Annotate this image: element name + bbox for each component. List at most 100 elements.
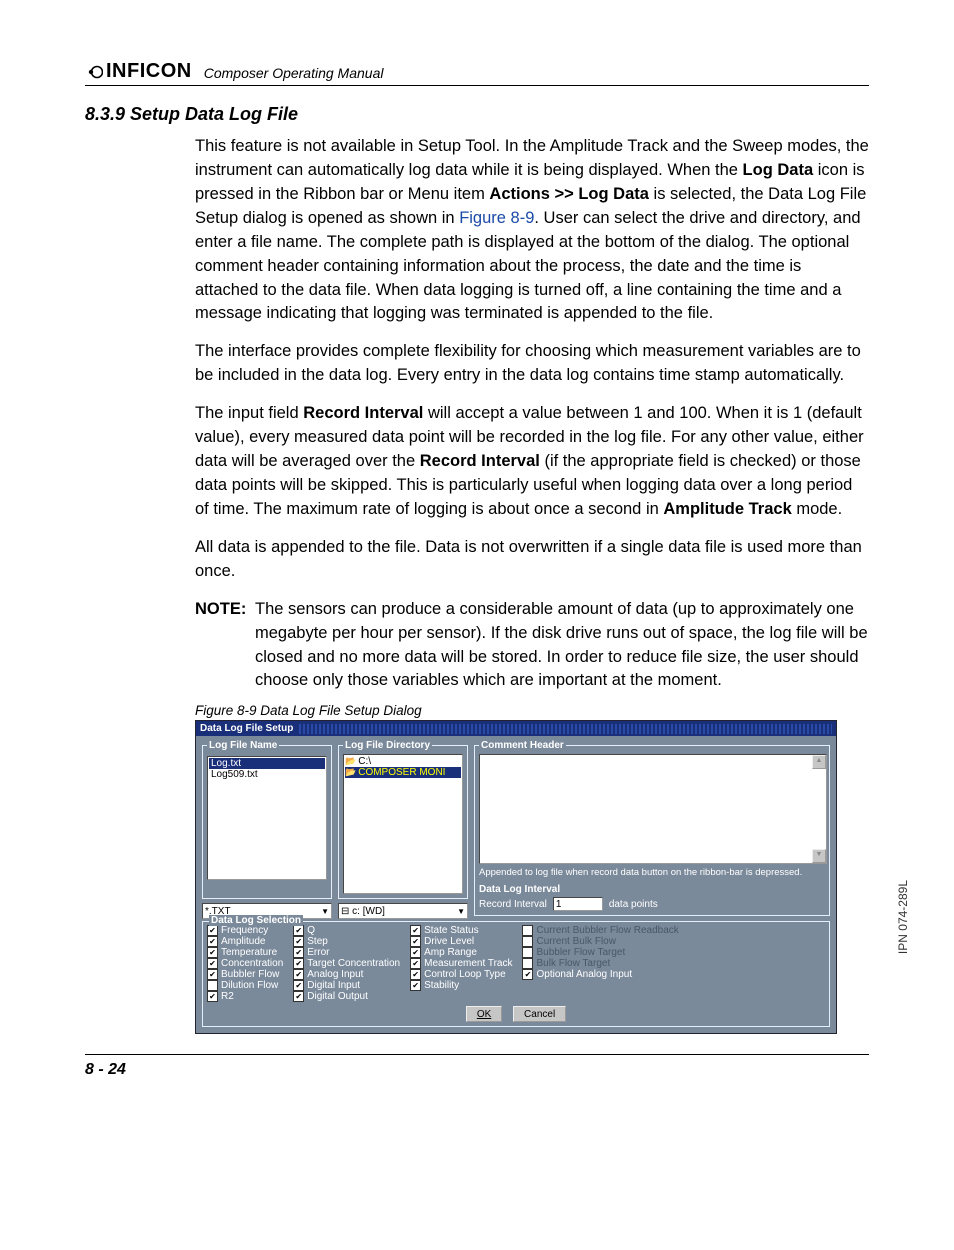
checkbox-optional-analog-input[interactable]: ✔Optional Analog Input (522, 969, 825, 980)
checkbox-amp-range[interactable]: ✔Amp Range (410, 947, 512, 958)
checkbox-label: Amplitude (221, 936, 265, 947)
checkbox-label: Dilution Flow (221, 980, 278, 991)
checkbox-temperature[interactable]: ✔Temperature (207, 947, 283, 958)
checkbox-icon: ✔ (293, 980, 304, 991)
comment-header-label: Comment Header (479, 740, 566, 751)
log-file-name-label: Log File Name (207, 740, 279, 751)
drive-dropdown[interactable]: ⊟ c: [WD]▼ (338, 903, 468, 919)
checkbox-icon: ✔ (207, 969, 218, 980)
checkbox-icon: ✔ (293, 958, 304, 969)
checks-col-1: ✔Frequency✔Amplitude✔Temperature✔Concent… (207, 925, 283, 1002)
checkbox-r2[interactable]: ✔R2 (207, 991, 283, 1002)
checkbox-icon: ✔ (410, 958, 421, 969)
checkbox-label: Step (307, 936, 328, 947)
checkbox-target-concentration[interactable]: ✔Target Concentration (293, 958, 400, 969)
record-interval-label: Record Interval (479, 899, 547, 910)
page-number: 8 - 24 (85, 1054, 869, 1079)
checkbox-bulk-flow-target[interactable]: Bulk Flow Target (522, 958, 825, 969)
checkbox-label: Target Concentration (307, 958, 400, 969)
checkbox-measurement-track[interactable]: ✔Measurement Track (410, 958, 512, 969)
para-3: The input field Record Interval will acc… (195, 402, 869, 522)
brand-logo: INFICON (85, 60, 192, 83)
brand-text: INFICON (106, 60, 192, 83)
directory-list[interactable]: C:\ COMPOSER MONI (343, 754, 463, 894)
checkbox-icon (522, 936, 533, 947)
dialog-title: Data Log File Setup (200, 723, 293, 734)
checkbox-digital-input[interactable]: ✔Digital Input (293, 980, 400, 991)
checkbox-icon: ✔ (207, 958, 218, 969)
checkbox-label: Error (307, 947, 329, 958)
checkbox-current-bulk-flow[interactable]: Current Bulk Flow (522, 936, 825, 947)
checks-col-4: Current Bubbler Flow ReadbackCurrent Bul… (522, 925, 825, 1002)
checkbox-label: Current Bubbler Flow Readback (536, 925, 678, 936)
checkbox-drive-level[interactable]: ✔Drive Level (410, 936, 512, 947)
checkbox-step[interactable]: ✔Step (293, 936, 400, 947)
note: NOTE: The sensors can produce a consider… (195, 598, 869, 694)
chevron-down-icon: ▼ (457, 907, 465, 916)
figure-link[interactable]: Figure 8-9 (459, 209, 534, 227)
cancel-button[interactable]: Cancel (513, 1006, 566, 1022)
scroll-up-button[interactable]: ▲ (812, 755, 826, 769)
logo-icon (85, 63, 103, 81)
note-label: NOTE: (195, 598, 255, 694)
group-log-file-name: Log File Name Log.txt Log509.txt (202, 740, 332, 899)
dialog-titlebar[interactable]: Data Log File Setup (196, 721, 836, 736)
checkbox-label: R2 (221, 991, 234, 1002)
file-item-selected[interactable]: Log.txt (209, 758, 325, 769)
checks-col-3: ✔State Status✔Drive Level✔Amp Range✔Meas… (410, 925, 512, 1002)
checkbox-label: Frequency (221, 925, 268, 936)
record-interval-input[interactable] (553, 897, 603, 911)
file-item[interactable]: Log509.txt (209, 769, 325, 780)
dir-item[interactable]: C:\ (345, 756, 461, 767)
checkbox-label: Digital Input (307, 980, 360, 991)
checkbox-label: Analog Input (307, 969, 363, 980)
checkbox-concentration[interactable]: ✔Concentration (207, 958, 283, 969)
checkbox-dilution-flow[interactable]: Dilution Flow (207, 980, 283, 991)
checkbox-label: Digital Output (307, 991, 368, 1002)
checkbox-icon: ✔ (293, 925, 304, 936)
log-file-dir-label: Log File Directory (343, 740, 432, 751)
checkbox-label: Bubbler Flow Target (536, 947, 625, 958)
checkbox-bubbler-flow-target[interactable]: Bubbler Flow Target (522, 947, 825, 958)
group-log-file-directory: Log File Directory C:\ COMPOSER MONI (338, 740, 468, 899)
chevron-down-icon: ▼ (321, 907, 329, 916)
group-comment-header: Comment Header ▲ ▼ Appended to log file … (474, 740, 830, 916)
checkbox-digital-output[interactable]: ✔Digital Output (293, 991, 400, 1002)
checkbox-amplitude[interactable]: ✔Amplitude (207, 936, 283, 947)
checkbox-bubbler-flow[interactable]: ✔Bubbler Flow (207, 969, 283, 980)
scroll-down-button[interactable]: ▼ (812, 849, 826, 863)
checkbox-analog-input[interactable]: ✔Analog Input (293, 969, 400, 980)
checkbox-icon: ✔ (410, 936, 421, 947)
data-log-selection-label: Data Log Selection (209, 915, 303, 926)
note-body: The sensors can produce a considerable a… (255, 598, 869, 694)
checkbox-icon (207, 980, 218, 991)
checkbox-label: Concentration (221, 958, 283, 969)
checkbox-icon: ✔ (293, 969, 304, 980)
checkbox-frequency[interactable]: ✔Frequency (207, 925, 283, 936)
checkbox-stability[interactable]: ✔Stability (410, 980, 512, 991)
checkbox-label: Bubbler Flow (221, 969, 279, 980)
checkbox-icon (522, 925, 533, 936)
dir-item-selected[interactable]: COMPOSER MONI (345, 767, 461, 778)
checkbox-current-bubbler-flow-readback[interactable]: Current Bubbler Flow Readback (522, 925, 825, 936)
checkbox-label: Measurement Track (424, 958, 512, 969)
checkbox-label: State Status (424, 925, 478, 936)
checkbox-error[interactable]: ✔Error (293, 947, 400, 958)
figure-caption: Figure 8-9 Data Log File Setup Dialog (195, 703, 869, 718)
checkbox-icon (522, 958, 533, 969)
comment-helper-text: Appended to log file when record data bu… (479, 867, 825, 878)
dialog-data-log-file-setup: Data Log File Setup Log File Name Log.tx… (195, 720, 837, 1034)
checkbox-icon: ✔ (410, 980, 421, 991)
file-list[interactable]: Log.txt Log509.txt (207, 756, 327, 880)
checkbox-state-status[interactable]: ✔State Status (410, 925, 512, 936)
para-4: All data is appended to the file. Data i… (195, 536, 869, 584)
checkbox-icon: ✔ (207, 925, 218, 936)
checkbox-q[interactable]: ✔Q (293, 925, 400, 936)
checkbox-control-loop-type[interactable]: ✔Control Loop Type (410, 969, 512, 980)
checkbox-icon (522, 947, 533, 958)
checkbox-label: Drive Level (424, 936, 474, 947)
ok-button[interactable]: OK (466, 1006, 502, 1022)
comment-textarea[interactable]: ▲ ▼ (479, 754, 827, 864)
checkbox-icon: ✔ (293, 936, 304, 947)
titlebar-decoration (299, 724, 832, 734)
